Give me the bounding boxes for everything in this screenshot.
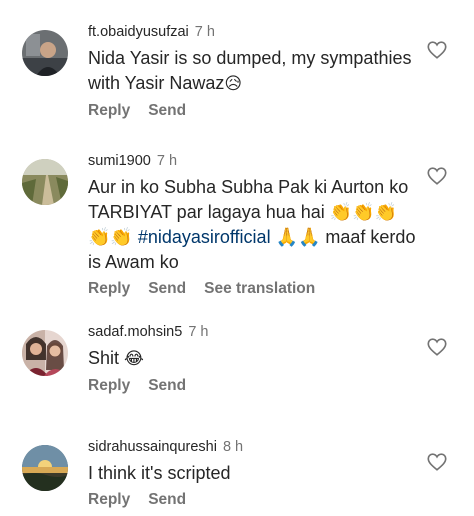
comment-time: 7 h — [156, 153, 178, 169]
comment-username[interactable]: ft.obaidyusufzai — [88, 24, 189, 40]
comment-list: ft.obaidyusufzai 7 h Nida Yasir is so dum… — [0, 0, 474, 516]
reply-button[interactable]: Reply — [88, 377, 130, 394]
comment-text: I think it's scripted — [88, 463, 231, 483]
avatar[interactable] — [22, 30, 68, 76]
heart-outline-icon[interactable] — [426, 451, 448, 473]
avatar[interactable] — [22, 445, 68, 491]
reply-button[interactable]: Reply — [88, 280, 130, 297]
comment-time: 7 h — [188, 324, 209, 340]
comment-username[interactable]: sadaf.mohsin5 — [88, 324, 182, 340]
avatar[interactable] — [22, 159, 68, 205]
send-button[interactable]: Send — [148, 377, 186, 394]
send-button[interactable]: Send — [148, 491, 186, 508]
comment-time: 8 h — [222, 439, 244, 455]
reply-button[interactable]: Reply — [88, 491, 130, 508]
send-button[interactable]: Send — [148, 280, 186, 297]
comment-text: Aur in ko Subha Subha Pak ki Aurton ko T… — [88, 177, 416, 272]
comment-text: Shit 😂 — [88, 348, 144, 369]
comment-time: 7 h — [194, 24, 215, 40]
comment-username[interactable]: sidrahussainqureshi — [88, 439, 217, 455]
reply-button[interactable]: Reply — [88, 102, 130, 119]
heart-outline-icon[interactable] — [426, 39, 448, 61]
comment-username[interactable]: sumi1900 — [88, 153, 151, 169]
laughing-emoji: 😂 — [124, 349, 144, 369]
see-translation-button[interactable]: See translation — [204, 280, 315, 297]
hashtag-link[interactable]: #nidayasirofficial — [138, 227, 271, 247]
sad-face-emoji: 😥 — [224, 74, 243, 94]
heart-outline-icon[interactable] — [426, 165, 448, 187]
heart-outline-icon[interactable] — [426, 336, 448, 358]
avatar[interactable] — [22, 330, 68, 376]
send-button[interactable]: Send — [148, 102, 186, 119]
comment-text: Nida Yasir is so dumped, my sympathies w… — [88, 48, 412, 94]
